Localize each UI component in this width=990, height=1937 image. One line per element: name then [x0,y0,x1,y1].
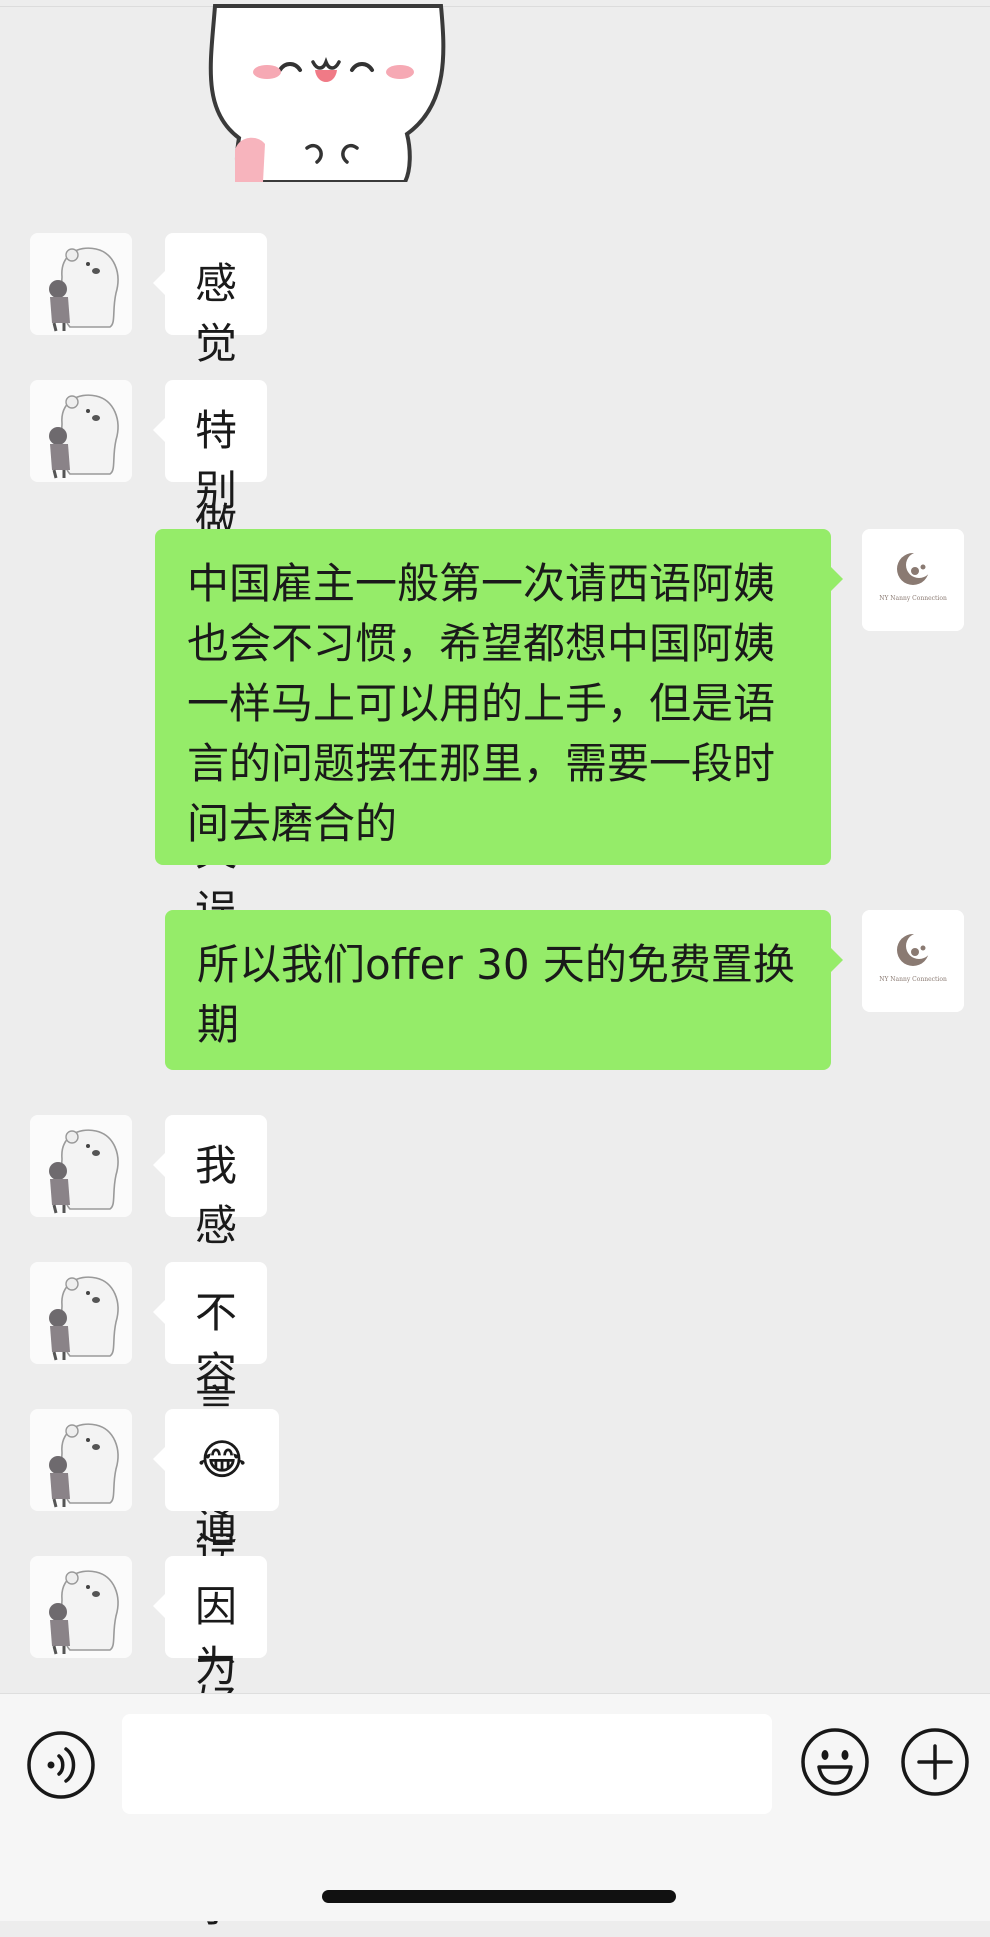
incoming-bubble[interactable]: 😂 [153,1409,279,1511]
voice-icon[interactable] [26,1730,96,1804]
contact-avatar[interactable] [30,380,132,482]
message-text: 所以我们offer 30 天的免费置换期 [197,940,795,1049]
home-indicator [322,1890,676,1903]
contact-avatar[interactable] [30,1556,132,1658]
incoming-bubble[interactable]: 特别快 而且没有失误 [152,380,268,935]
incoming-bubble[interactable]: 因为都是打字 [152,1556,268,1931]
message-input[interactable] [122,1714,772,1814]
input-bar [0,1693,990,1921]
tears-of-joy-emoji: 😂 [197,1435,247,1484]
incoming-bubble[interactable]: 我感觉语言不通也蛮好的 [152,1115,268,1790]
plus-icon[interactable] [900,1727,970,1801]
message-text: 中国雇主一般第一次请西语阿姨也会不习惯，希望都想中国阿姨一样马上可以用的上手，但… [187,559,776,848]
contact-avatar[interactable] [30,233,132,335]
incoming-bubble[interactable]: 不容易有误会 [152,1262,268,1637]
outgoing-bubble[interactable]: 中国雇主一般第一次请西语阿姨也会不习惯，希望都想中国阿姨一样马上可以用的上手，但… [155,529,843,865]
top-divider [0,6,990,7]
contact-avatar[interactable] [30,1262,132,1364]
outgoing-bubble[interactable]: 所以我们offer 30 天的免费置换期 [165,910,843,1070]
cat-sticker[interactable] [205,0,455,182]
contact-avatar[interactable] [30,1409,132,1511]
incoming-bubble[interactable]: 感觉阿姨做饭特别厉害 [152,233,268,848]
brand-caption: NY Nanny Connection [879,595,947,602]
self-avatar[interactable]: NY Nanny Connection [862,910,964,1012]
contact-avatar[interactable] [30,1115,132,1217]
emoji-icon[interactable] [800,1727,870,1801]
self-avatar[interactable]: NY Nanny Connection [862,529,964,631]
brand-caption: NY Nanny Connection [879,976,947,983]
